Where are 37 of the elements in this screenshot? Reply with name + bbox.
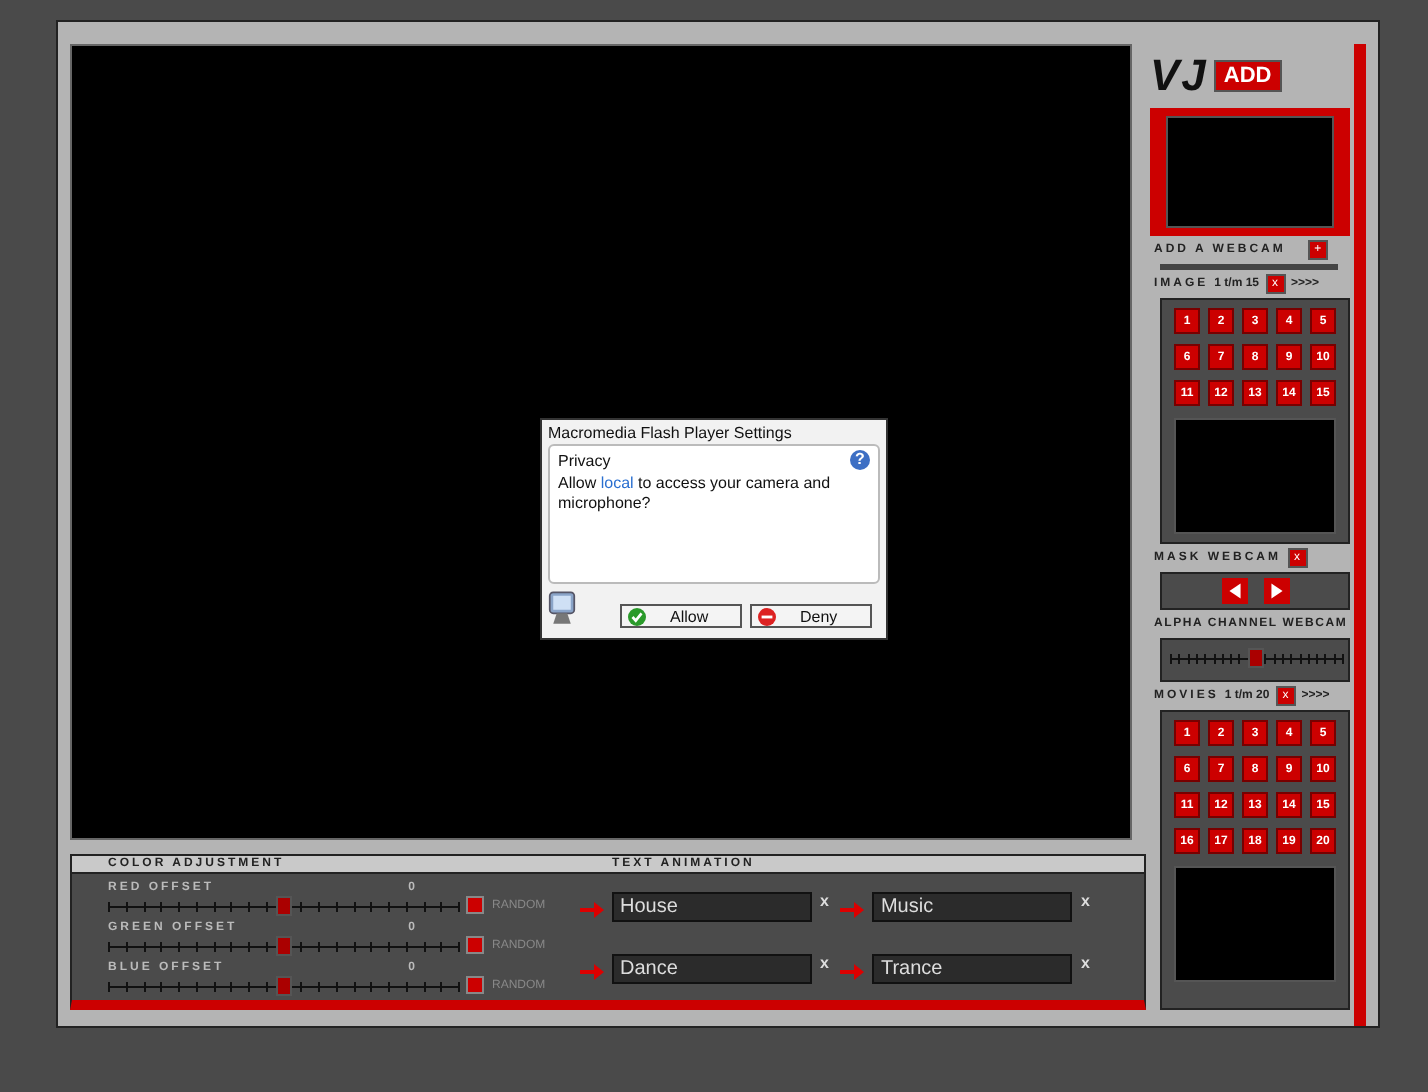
help-icon[interactable]: ?	[850, 450, 870, 470]
stop-icon	[758, 607, 776, 625]
previous-icon[interactable]	[1221, 578, 1247, 604]
offset-slider[interactable]	[108, 897, 458, 913]
arrow-icon	[580, 900, 604, 920]
random-checkbox[interactable]	[466, 976, 484, 994]
text-field[interactable]: Dance	[612, 954, 812, 984]
dialog-heading: Privacy	[558, 451, 611, 469]
text-field[interactable]: House	[612, 892, 812, 922]
text-field[interactable]: Music	[872, 892, 1073, 922]
remove-button[interactable]: x	[820, 954, 829, 972]
remove-button[interactable]: x	[1080, 954, 1090, 972]
arrow-icon	[840, 900, 865, 920]
offset-slider[interactable]	[108, 937, 458, 953]
allow-button[interactable]: Allow	[620, 604, 742, 628]
add-badge[interactable]: ADD	[1213, 60, 1282, 92]
deny-button[interactable]: Deny	[750, 604, 872, 628]
slider-thumb[interactable]	[1248, 648, 1264, 668]
remove-button[interactable]: x	[820, 892, 829, 910]
slider-thumb[interactable]	[275, 895, 291, 915]
arrow-icon	[580, 962, 604, 982]
text-field[interactable]: Trance	[872, 954, 1073, 984]
local-link[interactable]: local	[600, 474, 634, 492]
alpha-slider[interactable]	[1170, 650, 1342, 666]
dialog-title: Macromedia Flash Player Settings	[548, 422, 794, 444]
logo-text: VJ	[1150, 50, 1208, 102]
monitor-icon	[548, 588, 576, 628]
arrow-icon	[840, 962, 865, 982]
next-icon[interactable]	[1263, 578, 1289, 604]
random-checkbox[interactable]	[466, 936, 484, 954]
offset-slider[interactable]	[108, 977, 458, 993]
random-checkbox[interactable]	[466, 896, 484, 914]
remove-button[interactable]: x	[1080, 892, 1090, 910]
check-icon	[628, 607, 646, 625]
slider-thumb[interactable]	[275, 935, 291, 955]
prompt-text: Allow local to access your camera and microphone?	[558, 474, 833, 514]
slider-thumb[interactable]	[275, 975, 291, 995]
